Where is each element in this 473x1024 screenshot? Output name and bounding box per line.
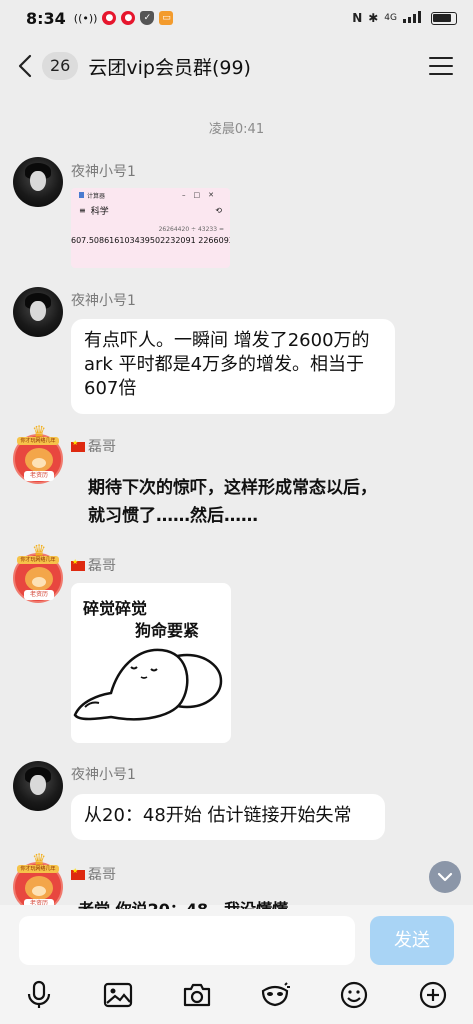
monkey-face-icon — [25, 876, 53, 900]
avatar[interactable]: ♛ 你才玩网络几年 老资历 — [13, 541, 63, 603]
calculator-screenshot-image[interactable]: 计算器 –□✕ ≡ 科学 ⟲ 26264420 ÷ 43233 = 607.50… — [71, 188, 230, 268]
message-bubble[interactable]: 从20：48开始 估计链接开始失常 — [71, 794, 385, 840]
status-bar: 8:34 ((•)) ● ● ✓ ▭ N ✱ 4G — [0, 0, 473, 36]
calculator-result: 607.508616103439502232091 2266093 — [71, 236, 230, 245]
status-right: N ✱ 4G — [352, 10, 457, 26]
sender-name-text: 磊哥 — [88, 867, 116, 883]
unread-badge[interactable]: 26 — [42, 52, 79, 80]
calculator-app-icon — [79, 192, 84, 198]
calculator-app-name: 计算器 — [87, 192, 106, 200]
calculator-expression: 26264420 ÷ 43233 = — [158, 226, 224, 233]
monkey-face-icon — [25, 567, 53, 591]
clock: 8:34 — [26, 8, 66, 28]
calculator-mode: ≡ 科学 ⟲ — [71, 202, 230, 218]
message-input[interactable] — [19, 916, 355, 965]
scroll-to-bottom-button[interactable] — [429, 861, 461, 893]
sticker-image[interactable]: 碎觉碎觉 狗命要紧 — [71, 583, 231, 743]
avatar-badge: 老资历 — [24, 471, 54, 481]
voice-button[interactable] — [22, 978, 56, 1012]
avatar-top-tag: 你才玩网络几年 — [17, 437, 59, 445]
sender-name: 夜神小号1 — [71, 293, 136, 309]
sleeping-character-icon — [73, 648, 223, 721]
microphone-icon — [27, 980, 51, 1008]
broadcast-icon: ((•)) — [73, 11, 98, 25]
signal-icon — [403, 10, 425, 26]
sender-name: 夜神小号1 — [71, 164, 136, 180]
menu-icon[interactable] — [429, 54, 453, 78]
send-button[interactable]: 发送 — [370, 916, 454, 965]
calculator-window-bar: 计算器 –□✕ — [71, 188, 230, 202]
battery-icon — [431, 11, 457, 25]
history-icon: ⟲ — [215, 205, 222, 215]
camera-button[interactable] — [180, 978, 214, 1012]
more-button[interactable] — [416, 978, 450, 1012]
message-text[interactable]: 期待下次的惊吓，这样形成常态以后，就习惯了……然后…… — [88, 474, 388, 530]
network-type: 4G — [384, 13, 397, 23]
mask-button[interactable] — [258, 978, 292, 1012]
avatar-badge: 老资历 — [24, 590, 54, 600]
avatar[interactable] — [13, 761, 63, 811]
plus-circle-icon — [419, 981, 447, 1009]
smiley-icon — [340, 981, 368, 1009]
emoji-button[interactable] — [337, 978, 371, 1012]
china-flag-icon — [71, 867, 85, 880]
shield-icon: ✓ — [140, 11, 155, 25]
bluetooth-icon: ✱ — [368, 11, 379, 25]
weibo-icon-2: ● — [121, 11, 136, 25]
avatar-top-tag: 你才玩网络几年 — [17, 556, 59, 564]
message-timestamp: 凌晨0:41 — [208, 122, 265, 137]
calculator-mode-label: 科学 — [90, 206, 109, 217]
album-button[interactable] — [101, 978, 135, 1012]
sender-name: 磊哥 — [71, 555, 116, 575]
page-title: 云团vip会员群(99) — [88, 56, 251, 79]
sender-name-text: 磊哥 — [88, 558, 116, 574]
back-chevron-icon[interactable] — [10, 46, 40, 86]
chat-header: 26 云团vip会员群(99) — [0, 40, 473, 92]
mask-icon — [261, 982, 290, 1007]
sender-name: 夜神小号1 — [71, 767, 136, 783]
avatar[interactable] — [13, 157, 63, 207]
image-icon — [103, 982, 133, 1008]
sender-name-text: 磊哥 — [88, 439, 116, 455]
avatar-top-tag: 你才玩网络几年 — [17, 865, 59, 873]
weibo-icon: ● — [102, 11, 117, 25]
avatar[interactable] — [13, 287, 63, 337]
message-bubble[interactable]: 有点吓人。一瞬间 增发了2600万的ark 平时都是4万多的增发。相当于607倍 — [71, 319, 395, 414]
camera-icon — [183, 983, 211, 1007]
sender-name: 磊哥 — [71, 436, 116, 456]
nfc-icon: N — [352, 11, 363, 25]
hamburger-icon: ≡ — [79, 205, 86, 215]
chat-app-icon: ▭ — [159, 11, 174, 25]
china-flag-icon — [71, 558, 85, 571]
monkey-face-icon — [25, 448, 53, 472]
avatar[interactable]: ♛ 你才玩网络几年 老资历 — [13, 422, 63, 484]
chevron-down-icon — [437, 872, 453, 882]
window-controls-icon: –□✕ — [182, 191, 222, 199]
composer-toolbar — [0, 975, 473, 1015]
china-flag-icon — [71, 439, 85, 452]
message-text-partial: 老党 你说20：48，我没懂懂 — [78, 901, 288, 909]
sender-name: 磊哥 — [71, 864, 116, 884]
